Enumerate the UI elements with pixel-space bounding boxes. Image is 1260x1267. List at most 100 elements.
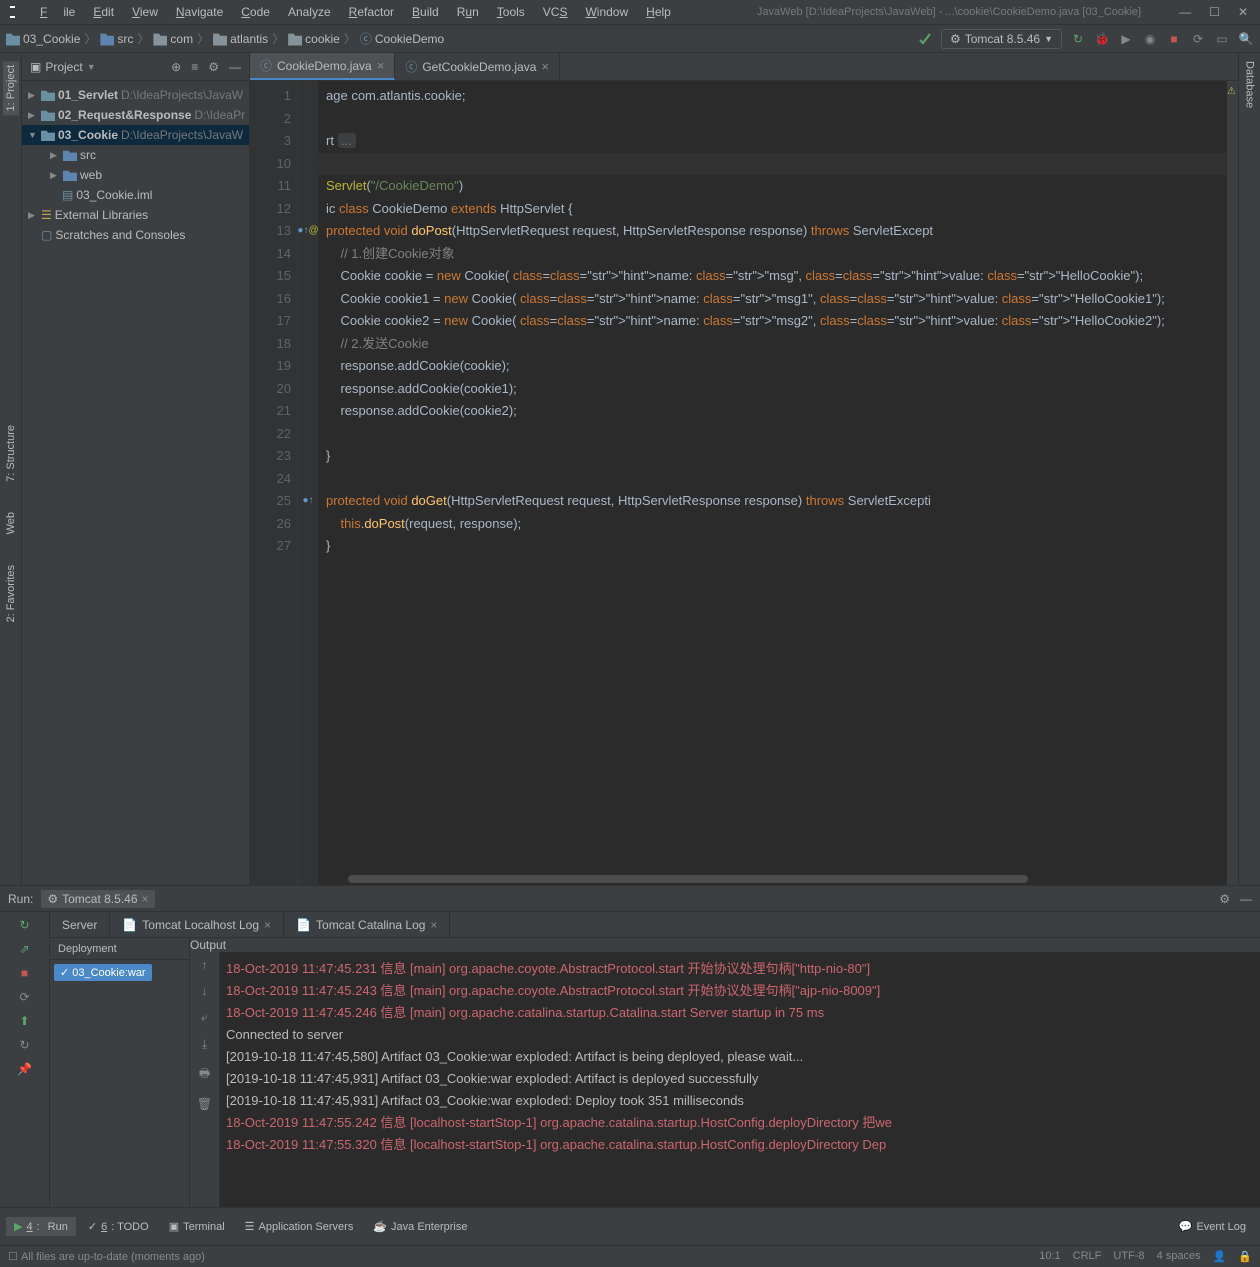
hector-icon[interactable]: 👤 [1213, 1250, 1227, 1263]
tab-cookiedemo[interactable]: ⓒCookieDemo.java× [250, 53, 395, 80]
hide-icon[interactable]: — [229, 60, 241, 74]
override-icon[interactable]: ●↑ [298, 490, 318, 513]
stop-icon[interactable]: ■ [1166, 31, 1182, 47]
lock-icon[interactable]: 🔒 [1238, 1250, 1252, 1263]
run-icon[interactable]: ↻ [1070, 31, 1086, 47]
tool-favorites[interactable]: 2: Favorites [5, 565, 17, 622]
tool-database[interactable]: Database [1244, 61, 1256, 108]
menu-window[interactable]: Window [577, 1, 636, 23]
menu-run[interactable]: Run [449, 1, 487, 23]
line-gutter[interactable]: 123101112131415161718192021222324252627 [250, 81, 298, 885]
down-icon[interactable]: ↓ [202, 984, 208, 998]
tab-app-servers[interactable]: ☰ Application Servers [237, 1217, 362, 1236]
tree-item-web[interactable]: ▶web [22, 165, 249, 185]
chevron-down-icon[interactable]: ▼ [87, 62, 96, 72]
library-icon: ☰ [41, 208, 52, 222]
menu-build[interactable]: Build [404, 1, 447, 23]
menu-file[interactable]: File [32, 1, 83, 23]
refresh-icon[interactable]: ↻ [19, 1038, 29, 1052]
tab-getcookiedemo[interactable]: ⓒGetCookieDemo.java× [395, 53, 560, 80]
status-encoding[interactable]: UTF-8 [1113, 1250, 1144, 1263]
tab-terminal[interactable]: ▣ Terminal [161, 1217, 233, 1236]
tree-item-scratches[interactable]: ▢Scratches and Consoles [22, 225, 249, 245]
gear-icon[interactable]: ⚙ [1219, 892, 1230, 906]
minimize-icon[interactable]: — [1179, 5, 1191, 19]
tab-event-log[interactable]: 💬Event Log [1171, 1217, 1254, 1236]
wrap-icon[interactable]: ⤶ [201, 1010, 208, 1025]
menu-view[interactable]: View [124, 1, 166, 23]
up-icon[interactable]: ↑ [202, 958, 208, 972]
menu-navigate[interactable]: Navigate [168, 1, 231, 23]
horizontal-scrollbar[interactable] [318, 875, 1226, 885]
rerun-icon[interactable]: ↻ [19, 918, 29, 932]
crumb-module[interactable]: 03_Cookie [6, 32, 80, 46]
restart-icon[interactable]: ⟳ [19, 990, 29, 1004]
tab-run[interactable]: ▶4: Run [6, 1217, 76, 1236]
tree-item-01-servlet[interactable]: ▶01_Servlet D:\IdeaProjects\JavaW [22, 85, 249, 105]
tree-item-src[interactable]: ▶src [22, 145, 249, 165]
tool-web[interactable]: Web [5, 512, 17, 534]
close-icon[interactable]: × [541, 59, 549, 74]
close-icon[interactable]: ✕ [1238, 5, 1248, 19]
menu-vcs[interactable]: VCS [535, 1, 576, 23]
status-eol[interactable]: CRLF [1073, 1250, 1102, 1263]
build-icon[interactable] [917, 31, 933, 47]
tool-project[interactable]: 1: Project [3, 61, 19, 115]
menu-analyze[interactable]: Analyze [280, 1, 339, 23]
close-icon[interactable]: × [377, 58, 385, 73]
status-position[interactable]: 10:1 [1039, 1250, 1060, 1263]
coverage-icon[interactable]: ▶ [1118, 31, 1134, 47]
project-icon: ▣ [30, 60, 41, 74]
tab-localhost-log[interactable]: 📄Tomcat Localhost Log× [110, 912, 284, 937]
crumb-com[interactable]: com [153, 32, 193, 46]
tab-todo[interactable]: ✓ 6: TODO [80, 1217, 157, 1236]
tree-item-iml[interactable]: ▤03_Cookie.iml [22, 185, 249, 205]
close-icon[interactable]: × [142, 892, 149, 906]
error-stripe[interactable]: ⚠ [1226, 81, 1238, 885]
crumb-src[interactable]: src [100, 32, 133, 46]
locate-icon[interactable]: ⊕ [171, 60, 181, 74]
console-output[interactable]: 18-Oct-2019 11:47:45.231 信息 [main] org.a… [220, 952, 1260, 1207]
layout-icon[interactable]: ▭ [1214, 31, 1230, 47]
menu-refactor[interactable]: Refactor [341, 1, 402, 23]
scroll-icon[interactable]: ⤓ [202, 1037, 207, 1052]
tab-java-ee[interactable]: ☕ Java Enterprise [365, 1217, 475, 1236]
run-config-tab[interactable]: ⚙Tomcat 8.5.46× [41, 890, 154, 908]
code-text[interactable]: age com.atlantis.cookie;rt ...Servlet("/… [318, 81, 1226, 885]
menu-help[interactable]: Help [638, 1, 679, 23]
crumb-class[interactable]: ⓒCookieDemo [360, 30, 444, 47]
menu-edit[interactable]: Edit [85, 1, 122, 23]
status-indent[interactable]: 4 spaces [1157, 1250, 1201, 1263]
hide-icon[interactable]: — [1240, 892, 1252, 906]
tool-structure[interactable]: 7: Structure [5, 425, 17, 482]
tree-item-external-libs[interactable]: ▶☰External Libraries [22, 205, 249, 225]
tab-catalina-log[interactable]: 📄Tomcat Catalina Log× [284, 912, 450, 937]
collapse-icon[interactable]: ≡ [191, 60, 198, 74]
close-icon[interactable]: × [264, 918, 271, 932]
pin-icon[interactable]: 📌 [17, 1062, 32, 1076]
menu-code[interactable]: Code [233, 1, 278, 23]
crumb-cookie[interactable]: cookie [288, 32, 340, 46]
profile-icon[interactable]: ◉ [1142, 31, 1158, 47]
print-icon[interactable]: 🖶 [199, 1064, 210, 1085]
stop-icon[interactable]: ■ [21, 966, 28, 980]
close-icon[interactable]: × [430, 918, 437, 932]
debug-icon[interactable]: 🐞 [1094, 31, 1110, 47]
tree-item-03-cookie[interactable]: ▼03_Cookie D:\IdeaProjects\JavaW [22, 125, 249, 145]
open-icon[interactable]: ⇗ [19, 942, 29, 956]
override-icon[interactable]: ●↑ @ [298, 220, 318, 243]
scratch-icon: ▢ [41, 228, 52, 242]
run-config-selector[interactable]: ⚙ Tomcat 8.5.46 ▼ [941, 29, 1062, 49]
menu-tools[interactable]: Tools [489, 1, 533, 23]
gear-icon[interactable]: ⚙ [208, 60, 219, 74]
project-tree[interactable]: ▶01_Servlet D:\IdeaProjects\JavaW ▶02_Re… [22, 81, 249, 885]
tab-server[interactable]: Server [50, 912, 110, 937]
crumb-atlantis[interactable]: atlantis [213, 32, 268, 46]
code-editor[interactable]: 123101112131415161718192021222324252627 … [250, 81, 1238, 885]
search-icon[interactable]: 🔍 [1238, 31, 1254, 47]
clear-icon[interactable]: 🗑 [197, 1097, 212, 1111]
update-icon[interactable]: ⟳ [1190, 31, 1206, 47]
tree-item-02-request[interactable]: ▶02_Request&Response D:\IdeaPr [22, 105, 249, 125]
maximize-icon[interactable]: ☐ [1209, 5, 1220, 19]
deploy-icon[interactable]: ⬆ [19, 1014, 29, 1028]
